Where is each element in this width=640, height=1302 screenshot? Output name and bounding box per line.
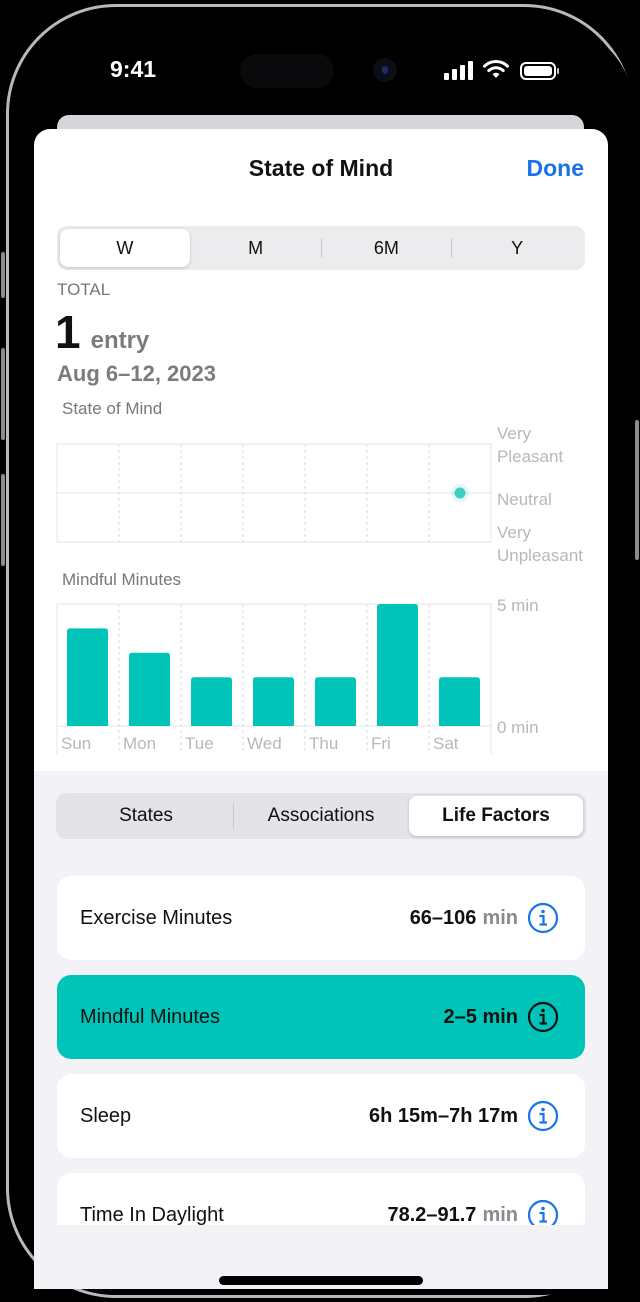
factor-unit: min <box>482 1203 518 1226</box>
bar-sat <box>439 677 480 726</box>
y-axis-label: Pleasant <box>497 447 563 466</box>
bar-wed <box>253 677 294 726</box>
x-tick-label: Fri <box>371 734 391 753</box>
x-tick-label: Mon <box>123 734 156 753</box>
tab-life-factors[interactable]: Life Factors <box>409 796 583 836</box>
y-tick-label-min: 0 min <box>497 718 539 737</box>
tab-associations[interactable]: Associations <box>234 796 408 836</box>
life-factor-mindful-minutes[interactable]: Mindful Minutes 2–5 min <box>57 975 585 1059</box>
factor-name: Mindful Minutes <box>80 1005 221 1028</box>
bar-fri <box>377 604 418 726</box>
y-axis-label: Neutral <box>497 490 552 509</box>
status-time: 9:41 <box>110 56 157 82</box>
bar-mon <box>129 652 170 726</box>
factor-value: 66–106 <box>409 906 477 929</box>
y-axis-label: Unpleasant <box>497 546 583 565</box>
bar-sun <box>67 628 108 726</box>
x-tick-label: Thu <box>309 734 338 753</box>
info-icon[interactable] <box>527 902 559 934</box>
life-factor-exercise-minutes[interactable]: Exercise Minutes 66–106 min <box>57 876 585 960</box>
status-bar: 9:41 <box>0 0 640 120</box>
factor-value: 2–5 min <box>443 1005 518 1028</box>
y-tick-label-max: 5 min <box>497 596 539 615</box>
x-tick-label: Sun <box>61 734 91 753</box>
y-axis-label: Very <box>497 424 532 443</box>
volume-down-button <box>1 474 5 566</box>
tab-states[interactable]: States <box>59 796 233 836</box>
state-of-mind-sheet: State of Mind Done W M 6M Y TOTAL 1 entr… <box>34 129 608 1289</box>
bar-thu <box>315 677 356 726</box>
x-tick-label: Wed <box>247 734 282 753</box>
info-icon[interactable] <box>527 1100 559 1132</box>
cellular-signal-icon <box>444 60 474 80</box>
power-button <box>635 420 639 560</box>
charts-canvas: Very Pleasant Neutral Very Unpleasant Sun Mon T… <box>56 424 583 754</box>
battery-icon <box>520 62 559 80</box>
camera-icon <box>373 58 397 82</box>
factor-unit: min <box>482 906 518 929</box>
y-axis-label: Very <box>497 523 532 542</box>
info-icon[interactable] <box>527 1001 559 1033</box>
action-button <box>1 252 5 298</box>
x-tick-label: Tue <box>185 734 214 753</box>
home-indicator[interactable] <box>219 1276 423 1285</box>
life-factor-sleep[interactable]: Sleep 6h 15m–7h 17m <box>57 1074 585 1158</box>
factor-value: 6h 15m–7h 17m <box>369 1104 518 1127</box>
wifi-icon <box>483 60 509 78</box>
volume-up-button <box>1 348 5 440</box>
dynamic-island <box>240 54 334 88</box>
data-point <box>454 487 466 499</box>
factor-name: Time In Daylight <box>80 1203 224 1226</box>
factor-value: 78.2–91.7 <box>387 1203 477 1226</box>
detail-segmented-control: States Associations Life Factors <box>56 793 586 839</box>
bar-tue <box>191 677 232 726</box>
factor-name: Exercise Minutes <box>80 906 233 929</box>
factor-name: Sleep <box>80 1104 132 1127</box>
x-tick-label: Sat <box>433 734 459 753</box>
